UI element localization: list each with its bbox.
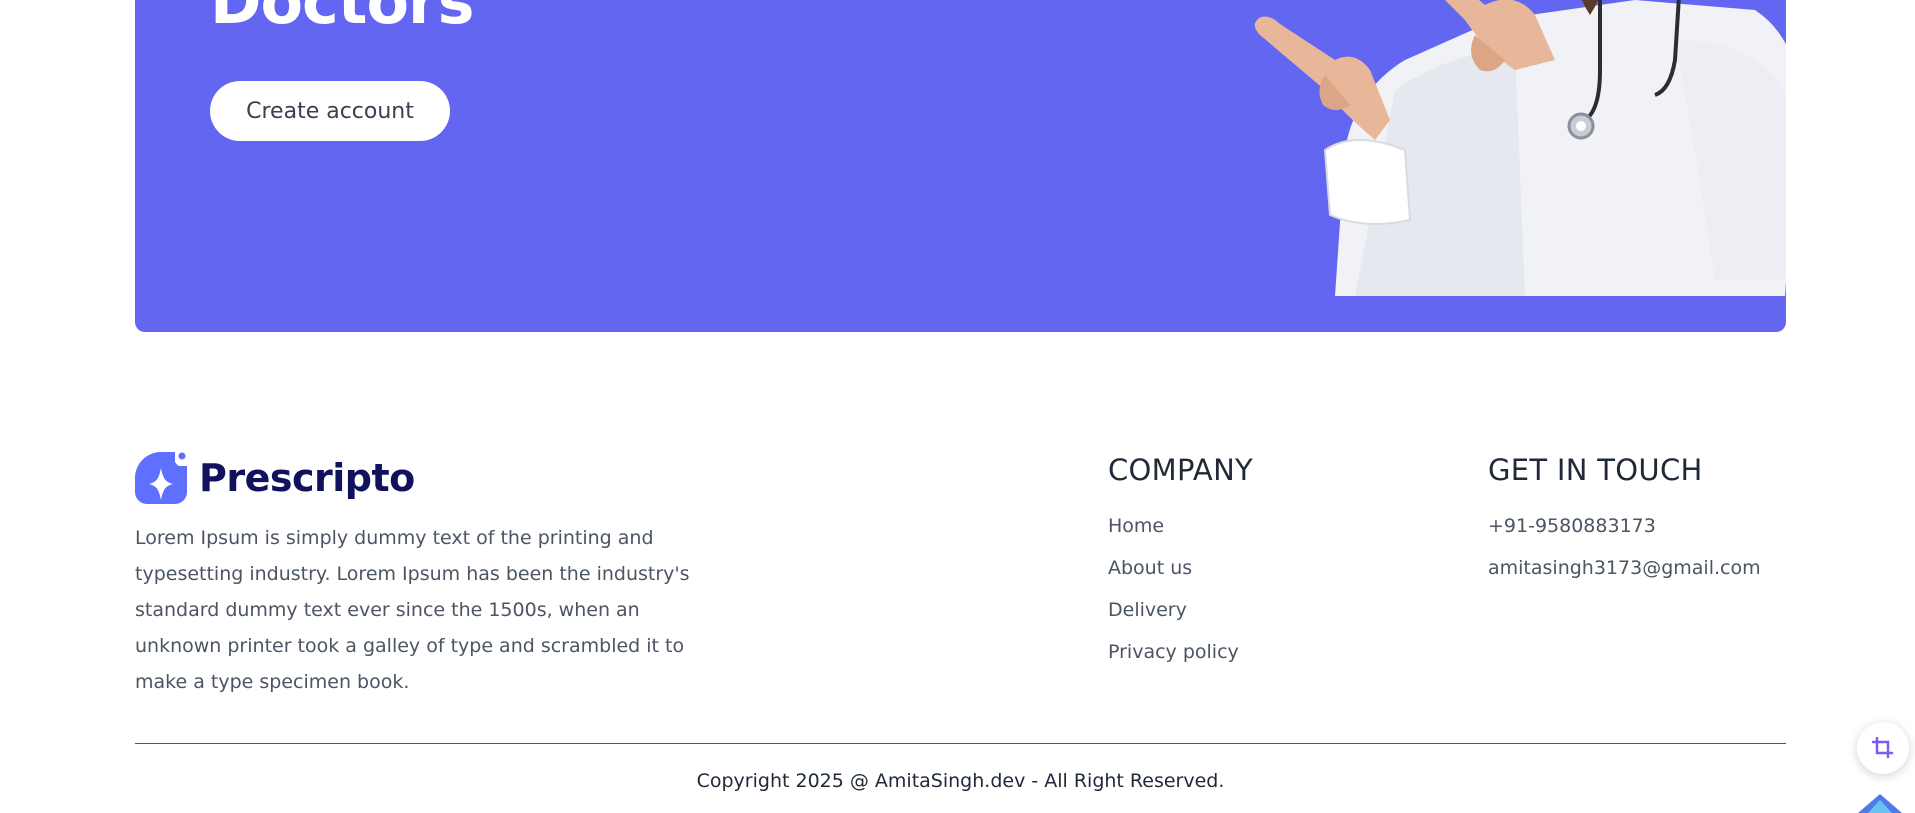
gem-widget-button[interactable] [1850, 790, 1910, 813]
brand-name: Prescripto [199, 456, 415, 500]
footer-logo[interactable]: Prescripto [135, 452, 415, 504]
footer-link-about-us[interactable]: About us [1108, 547, 1239, 589]
create-account-button[interactable]: Create account [210, 81, 450, 141]
footer-description: Lorem Ipsum is simply dummy text of the … [135, 527, 690, 693]
footer-divider [135, 743, 1786, 744]
doctor-image [1254, 0, 1786, 296]
contact-heading: GET IN TOUCH [1488, 453, 1703, 487]
banner-title: Doctors [210, 0, 475, 38]
footer-link-delivery[interactable]: Delivery [1108, 589, 1239, 631]
prescripto-logo-icon [135, 452, 187, 504]
copyright-text: Copyright 2025 @ AmitaSingh.dev - All Ri… [696, 770, 1225, 792]
page: Doctors Create account Prescripto Lorem … [0, 0, 1915, 813]
crop-icon [1872, 737, 1894, 759]
contact-email: amitasingh3173@gmail.com [1488, 557, 1761, 579]
footer-link-home[interactable]: Home [1108, 505, 1239, 547]
contact-phone: +91-9580883173 [1488, 515, 1656, 537]
company-links: Home About us Delivery Privacy policy [1108, 505, 1239, 673]
footer-link-privacy-policy[interactable]: Privacy policy [1108, 631, 1239, 673]
gem-icon [1858, 794, 1902, 813]
company-heading: COMPANY [1108, 453, 1254, 487]
crop-widget-button[interactable] [1857, 722, 1909, 774]
cta-banner: Doctors Create account [135, 0, 1786, 332]
contact-info: +91-9580883173 amitasingh3173@gmail.com [1488, 505, 1761, 589]
